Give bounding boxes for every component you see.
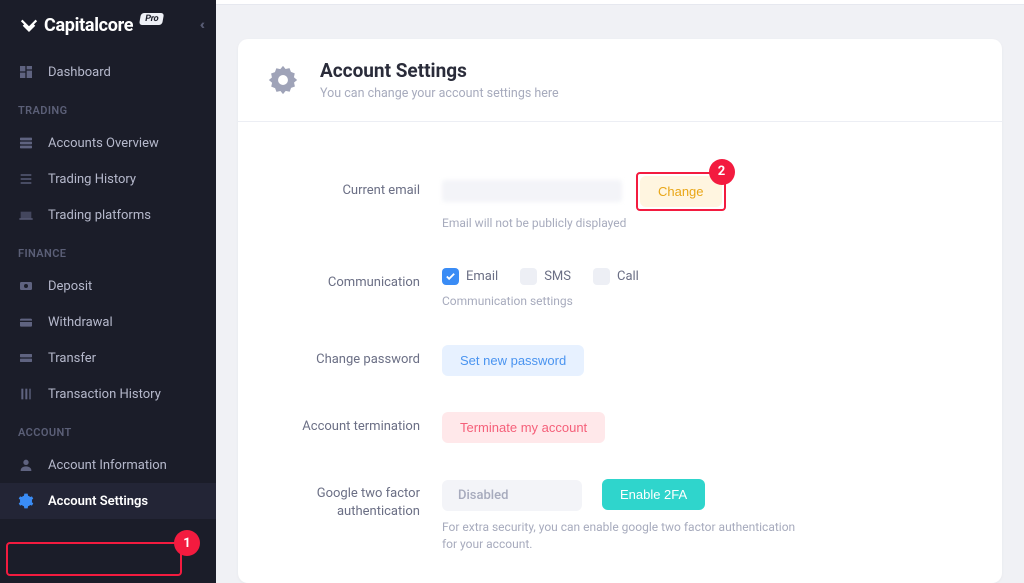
sidebar-item-label: Withdrawal [48, 315, 113, 330]
form-rows: Current email Change 2 Email will not be… [238, 122, 1002, 583]
current-email-value-redacted [442, 180, 622, 202]
row-current-email: Current email Change 2 Email will not be… [266, 176, 974, 232]
sidebar-item-trading-history[interactable]: Trading History [0, 161, 216, 197]
annotation-highlight-1 [6, 542, 182, 576]
history-icon [18, 386, 34, 402]
twofa-help: For extra security, you can enable googl… [442, 519, 802, 553]
card-header: Account Settings You can change your acc… [238, 39, 1002, 122]
unchecked-icon [520, 268, 537, 285]
brand-pro-tag: Pro [139, 13, 164, 25]
checkbox-email-label: Email [466, 269, 498, 284]
row-communication: Communication Email SMS [266, 268, 974, 310]
sidebar-item-transfer[interactable]: Transfer [0, 340, 216, 376]
set-new-password-button[interactable]: Set new password [442, 345, 584, 376]
deposit-icon [18, 278, 34, 294]
gear-icon [18, 493, 34, 509]
sidebar-item-label: Transaction History [48, 387, 161, 402]
twofa-status: Disabled [442, 480, 582, 511]
nav-section-account: ACCOUNT [0, 412, 216, 447]
sidebar-item-accounts-overview[interactable]: Accounts Overview [0, 125, 216, 161]
sidebar-item-account-information[interactable]: Account Information [0, 447, 216, 483]
twofa-label: Google two factor authentication [266, 479, 442, 520]
sidebar-item-trading-platforms[interactable]: Trading platforms [0, 197, 216, 233]
sidebar-item-label: Accounts Overview [48, 136, 159, 151]
content: Account Settings You can change your acc… [216, 5, 1024, 583]
dashboard-icon [18, 64, 34, 80]
page-title: Account Settings [320, 59, 559, 82]
user-icon [18, 457, 34, 473]
sidebar-item-label: Dashboard [48, 65, 111, 80]
sidebar-item-dashboard[interactable]: Dashboard [0, 54, 216, 90]
gear-icon [266, 63, 300, 97]
brand-name: Capitalcore [44, 15, 133, 36]
termination-label: Account termination [266, 412, 442, 436]
platforms-icon [18, 207, 34, 223]
nav-section-finance: FINANCE [0, 233, 216, 268]
withdrawal-icon [18, 314, 34, 330]
checkbox-call[interactable]: Call [593, 268, 639, 285]
list-icon [18, 171, 34, 187]
annotation-badge-1: 1 [174, 530, 200, 556]
unchecked-icon [593, 268, 610, 285]
change-password-label: Change password [266, 345, 442, 369]
enable-2fa-button[interactable]: Enable 2FA [602, 479, 705, 510]
sidebar-item-label: Transfer [48, 351, 96, 366]
terminate-account-button[interactable]: Terminate my account [442, 412, 605, 443]
check-icon [442, 268, 459, 285]
checkbox-sms-label: SMS [544, 269, 571, 284]
settings-card: Account Settings You can change your acc… [238, 39, 1002, 583]
sidebar-item-label: Deposit [48, 279, 92, 294]
sidebar-item-label: Account Information [48, 458, 167, 473]
sidebar: Capitalcore Pro ‹‹ Dashboard TRADING Acc… [0, 0, 216, 583]
transfer-icon [18, 350, 34, 366]
page-subtitle: You can change your account settings her… [320, 86, 559, 101]
sidebar-item-label: Trading History [48, 172, 136, 187]
main: Account Settings You can change your acc… [216, 0, 1024, 583]
checkbox-email[interactable]: Email [442, 268, 498, 285]
row-account-termination: Account termination Terminate my account [266, 412, 974, 443]
checkbox-sms[interactable]: SMS [520, 268, 571, 285]
logo-row: Capitalcore Pro ‹‹ [0, 14, 216, 54]
sidebar-collapse-icon[interactable]: ‹‹ [200, 17, 202, 33]
accounts-icon [18, 135, 34, 151]
current-email-label: Current email [266, 176, 442, 200]
sidebar-item-account-settings[interactable]: Account Settings [0, 483, 216, 519]
sidebar-item-withdrawal[interactable]: Withdrawal [0, 304, 216, 340]
communication-label: Communication [266, 268, 442, 292]
capitalcore-logo-icon [18, 14, 40, 36]
communication-help: Communication settings [442, 293, 802, 310]
sidebar-item-label: Account Settings [48, 494, 148, 509]
nav-section-trading: TRADING [0, 90, 216, 125]
checkbox-call-label: Call [617, 269, 639, 284]
sidebar-item-label: Trading platforms [48, 208, 151, 223]
sidebar-item-transaction-history[interactable]: Transaction History [0, 376, 216, 412]
brand-logo[interactable]: Capitalcore Pro [18, 14, 162, 36]
email-help: Email will not be publicly displayed [442, 215, 802, 232]
row-change-password: Change password Set new password [266, 345, 974, 376]
row-two-factor: Google two factor authentication Disable… [266, 479, 974, 553]
annotation-badge-2: 2 [709, 159, 735, 185]
sidebar-item-deposit[interactable]: Deposit [0, 268, 216, 304]
